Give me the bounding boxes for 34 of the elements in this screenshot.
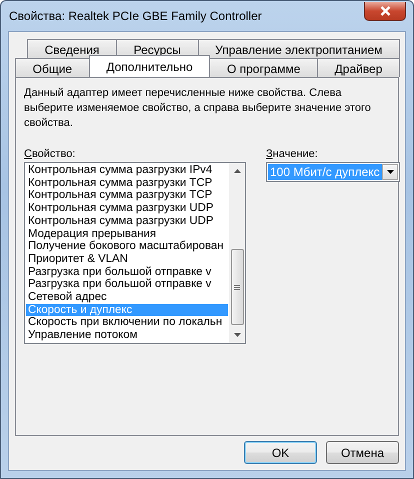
list-item[interactable]: Контрольная сумма разгрузки IPv4 [26, 164, 228, 177]
close-icon [380, 6, 390, 16]
tab[interactable]: Общие [15, 58, 90, 77]
cancel-button[interactable]: Отмена [326, 441, 399, 464]
tab[interactable]: Драйвер [317, 58, 400, 77]
property-label: Свойство: [24, 148, 76, 160]
list-item[interactable]: Приоритет & VLAN [26, 252, 228, 266]
window-title: Свойства: Realtek PCIe GBE Family Controller [8, 9, 262, 23]
ok-button[interactable]: OK [244, 441, 317, 464]
tab[interactable]: О программе [209, 58, 318, 77]
property-list[interactable] [24, 162, 246, 344]
list-item[interactable]: Контрольная сумма разгрузки UDP [26, 214, 228, 228]
dropdown-arrow-icon [386, 170, 394, 174]
scrollbar[interactable] [229, 163, 245, 343]
scroll-up-icon[interactable] [234, 169, 240, 173]
description-text: Данный адаптер имеет перечисленные ниже свойства. Слева выберите изменяемое свойство, а справа выберите значение этого свойства. [24, 86, 372, 131]
value-label: Значение: [266, 148, 319, 160]
list-item[interactable]: Контрольная сумма разгрузки UDP [26, 202, 228, 215]
scroll-down-icon[interactable] [234, 333, 240, 337]
list-item[interactable]: Скорость при включении по локальн [26, 316, 228, 330]
tab[interactable]: Сведения [27, 39, 118, 58]
list-item[interactable]: Контрольная сумма разгрузки TCP [26, 189, 228, 202]
list-item[interactable]: Контрольная сумма разгрузки TCP [26, 176, 228, 190]
list-item[interactable]: Разгрузка при большой отправке v [26, 266, 228, 278]
list-item[interactable]: Модерация прерывания [26, 228, 228, 240]
close-button[interactable] [364, 2, 406, 20]
scroll-thumb[interactable] [230, 249, 244, 325]
tab[interactable]: Дополнительно [88, 55, 210, 77]
list-item[interactable]: Управление потоком [26, 329, 228, 342]
grip-icon [234, 284, 240, 290]
list-item[interactable]: Сетевой адрес [26, 291, 228, 304]
list-item[interactable]: Получение бокового масштабирован [26, 240, 228, 253]
list-item[interactable]: Разгрузка при большой отправке v [26, 278, 228, 292]
tab[interactable]: Управление электропитанием [198, 39, 400, 58]
